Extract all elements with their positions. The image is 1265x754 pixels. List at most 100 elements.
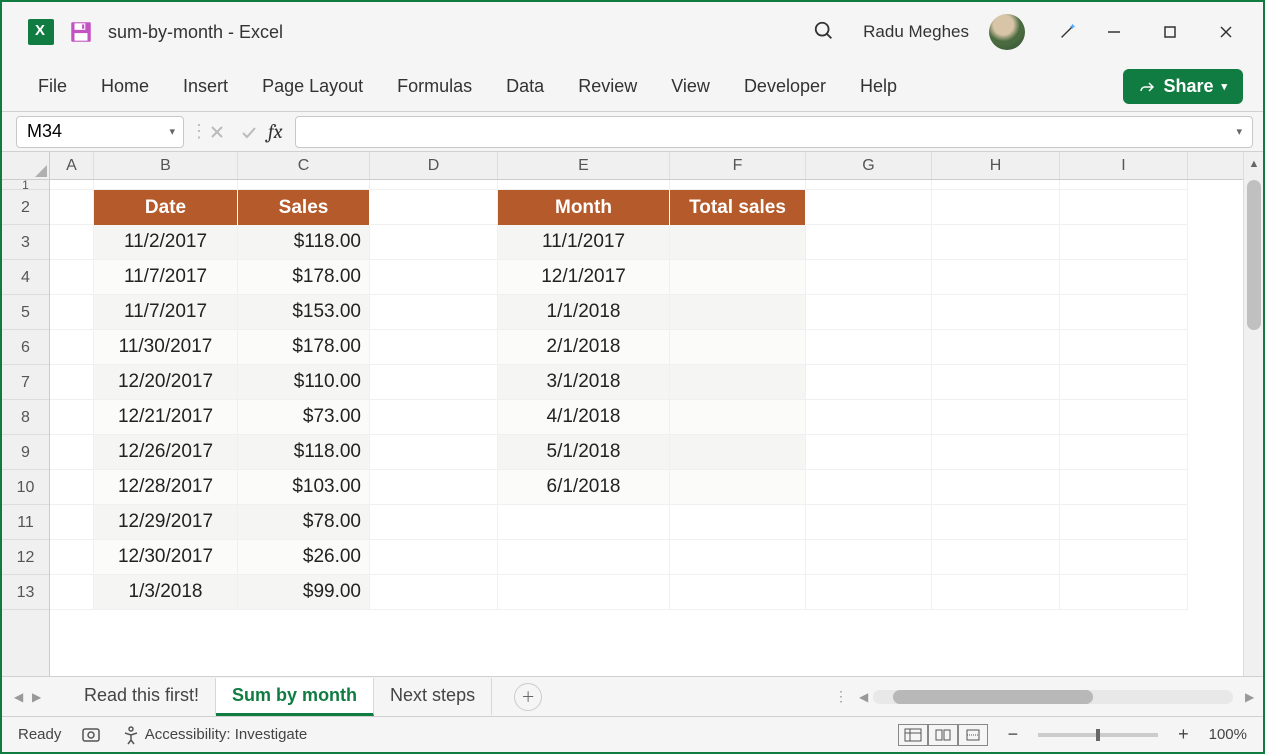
- ribbon-tab-insert[interactable]: Insert: [183, 76, 228, 97]
- cell[interactable]: [370, 180, 498, 190]
- cell[interactable]: [806, 295, 932, 330]
- magic-icon[interactable]: [1057, 20, 1079, 45]
- cell[interactable]: [932, 505, 1060, 540]
- cell[interactable]: [50, 180, 94, 190]
- vertical-scrollbar[interactable]: ▲: [1243, 152, 1263, 676]
- cell[interactable]: [932, 295, 1060, 330]
- save-icon[interactable]: [68, 19, 94, 45]
- cell[interactable]: 6/1/2018: [498, 470, 670, 505]
- cell[interactable]: [50, 330, 94, 365]
- cell[interactable]: [670, 505, 806, 540]
- ribbon-tab-view[interactable]: View: [671, 76, 710, 97]
- cell[interactable]: [806, 435, 932, 470]
- cell[interactable]: 4/1/2018: [498, 400, 670, 435]
- cell[interactable]: [806, 575, 932, 610]
- cell[interactable]: $103.00: [238, 470, 370, 505]
- cell[interactable]: [670, 365, 806, 400]
- cell[interactable]: [932, 330, 1060, 365]
- row-header[interactable]: 8: [2, 400, 49, 435]
- cell[interactable]: [670, 540, 806, 575]
- ribbon-tab-data[interactable]: Data: [506, 76, 544, 97]
- cell[interactable]: [370, 470, 498, 505]
- cell[interactable]: 5/1/2018: [498, 435, 670, 470]
- ribbon-tab-help[interactable]: Help: [860, 76, 897, 97]
- cell[interactable]: $118.00: [238, 435, 370, 470]
- cell[interactable]: [1060, 470, 1188, 505]
- cell[interactable]: [370, 400, 498, 435]
- zoom-out-button[interactable]: −: [1008, 724, 1019, 745]
- column-header[interactable]: C: [238, 152, 370, 179]
- cell[interactable]: [1060, 225, 1188, 260]
- cell[interactable]: [932, 540, 1060, 575]
- cell[interactable]: [806, 260, 932, 295]
- cell[interactable]: $153.00: [238, 295, 370, 330]
- cell[interactable]: [50, 295, 94, 330]
- cell[interactable]: 11/7/2017: [94, 260, 238, 295]
- user-avatar[interactable]: [989, 14, 1025, 50]
- cell[interactable]: [932, 180, 1060, 190]
- cell[interactable]: [498, 505, 670, 540]
- cell[interactable]: [50, 225, 94, 260]
- cell[interactable]: [806, 190, 932, 225]
- row-header[interactable]: 3: [2, 225, 49, 260]
- row-header[interactable]: 7: [2, 365, 49, 400]
- cell[interactable]: [370, 190, 498, 225]
- sheet-tab[interactable]: Sum by month: [216, 678, 374, 716]
- row-header[interactable]: 12: [2, 540, 49, 575]
- cell[interactable]: [370, 540, 498, 575]
- cell[interactable]: Sales: [238, 190, 370, 225]
- ribbon-tab-formulas[interactable]: Formulas: [397, 76, 472, 97]
- cell[interactable]: [50, 540, 94, 575]
- cell[interactable]: Date: [94, 190, 238, 225]
- column-header[interactable]: F: [670, 152, 806, 179]
- cell[interactable]: [1060, 575, 1188, 610]
- cell[interactable]: $118.00: [238, 225, 370, 260]
- cell[interactable]: $78.00: [238, 505, 370, 540]
- cell[interactable]: [370, 575, 498, 610]
- cell[interactable]: [370, 330, 498, 365]
- column-header[interactable]: I: [1060, 152, 1188, 179]
- ribbon-tab-file[interactable]: File: [38, 76, 67, 97]
- column-header[interactable]: H: [932, 152, 1060, 179]
- cell[interactable]: [670, 470, 806, 505]
- cell[interactable]: $99.00: [238, 575, 370, 610]
- cell[interactable]: [50, 190, 94, 225]
- cell[interactable]: 12/26/2017: [94, 435, 238, 470]
- cell[interactable]: [50, 505, 94, 540]
- search-icon[interactable]: [813, 20, 835, 45]
- cell[interactable]: 12/20/2017: [94, 365, 238, 400]
- enter-formula-button[interactable]: [236, 119, 262, 145]
- cell[interactable]: [932, 400, 1060, 435]
- user-name[interactable]: Radu Meghes: [863, 22, 969, 42]
- cell[interactable]: 12/30/2017: [94, 540, 238, 575]
- cell[interactable]: [370, 295, 498, 330]
- cell[interactable]: [1060, 260, 1188, 295]
- cell[interactable]: [370, 505, 498, 540]
- cell[interactable]: [50, 435, 94, 470]
- cell[interactable]: 12/1/2017: [498, 260, 670, 295]
- row-header[interactable]: 1: [2, 180, 49, 190]
- cell[interactable]: [498, 575, 670, 610]
- cell[interactable]: [50, 470, 94, 505]
- cell[interactable]: 3/1/2018: [498, 365, 670, 400]
- row-header[interactable]: 10: [2, 470, 49, 505]
- cell[interactable]: [238, 180, 370, 190]
- column-header[interactable]: E: [498, 152, 670, 179]
- cell[interactable]: 12/21/2017: [94, 400, 238, 435]
- cell[interactable]: [1060, 180, 1188, 190]
- sheet-nav-next[interactable]: ▶: [26, 690, 40, 704]
- column-header[interactable]: A: [50, 152, 94, 179]
- cell[interactable]: [370, 365, 498, 400]
- cell[interactable]: [50, 365, 94, 400]
- cell[interactable]: [1060, 190, 1188, 225]
- scroll-thumb[interactable]: [1247, 180, 1261, 330]
- cell[interactable]: [932, 435, 1060, 470]
- cell[interactable]: [806, 365, 932, 400]
- close-button[interactable]: [1205, 16, 1247, 48]
- cell[interactable]: $178.00: [238, 330, 370, 365]
- cell[interactable]: 11/1/2017: [498, 225, 670, 260]
- sheet-tab[interactable]: Read this first!: [68, 678, 216, 715]
- cell[interactable]: [932, 365, 1060, 400]
- zoom-in-button[interactable]: +: [1178, 724, 1189, 745]
- ribbon-tab-home[interactable]: Home: [101, 76, 149, 97]
